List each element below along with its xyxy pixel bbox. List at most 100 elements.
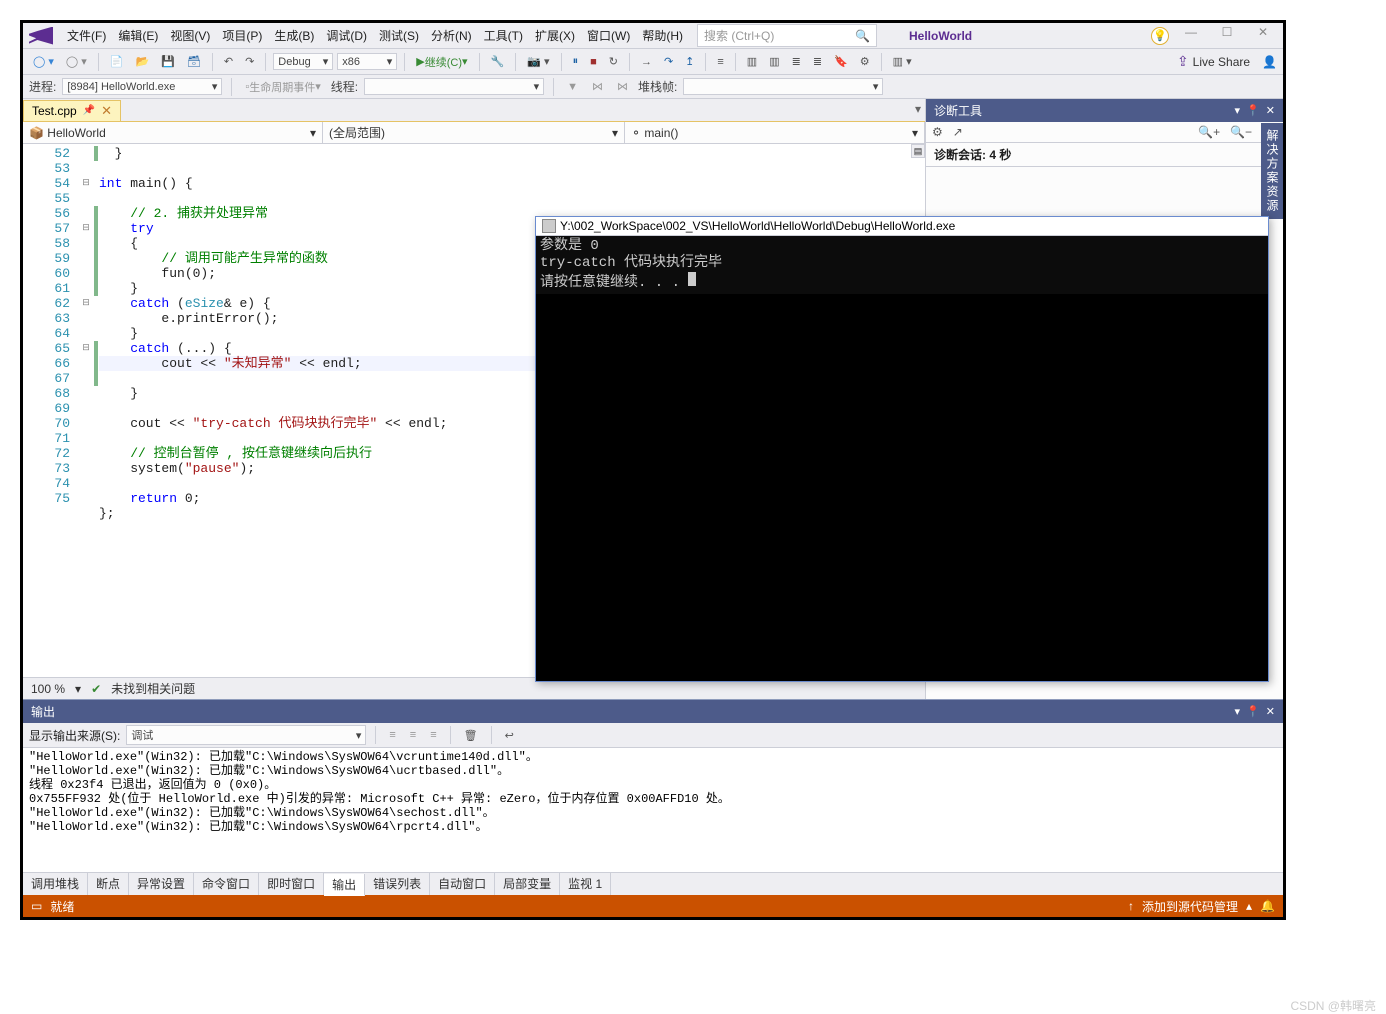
- notification-icon[interactable]: 🔔: [1260, 899, 1275, 913]
- nav-forward-button: ◯ ▾: [62, 53, 91, 70]
- close-button[interactable]: ✕: [1249, 25, 1277, 47]
- thread-label: 线程:: [331, 78, 358, 95]
- document-tab-row: Test.cpp 📌 ✕ ▾: [23, 99, 925, 121]
- bookmark-button[interactable]: 🔖: [830, 53, 852, 70]
- restart-button[interactable]: ↻: [605, 53, 622, 70]
- clear-button[interactable]: 🗑: [460, 727, 482, 744]
- pin-icon[interactable]: 📍: [1246, 705, 1260, 718]
- stackframe-label: 堆栈帧:: [638, 78, 677, 95]
- continue-button[interactable]: ▶ 继续(C) ▾: [412, 52, 471, 72]
- bottom-tab[interactable]: 断点: [88, 873, 129, 895]
- menu-item[interactable]: 扩展(X): [529, 26, 581, 46]
- scope-type-select[interactable]: (全局范围)▾: [323, 122, 625, 143]
- menu-item[interactable]: 分析(N): [425, 26, 478, 46]
- live-share-button[interactable]: ⇪ Live Share 👤: [1177, 53, 1277, 70]
- console-output: 参数是 0 try-catch 代码块执行完毕 请按任意键继续. . .: [536, 236, 1268, 294]
- bottom-tab[interactable]: 自动窗口: [430, 873, 495, 895]
- tool-icon[interactable]: ▥ ▾: [889, 53, 916, 70]
- bottom-tab[interactable]: 命令窗口: [194, 873, 259, 895]
- console-titlebar[interactable]: Y:\002_WorkSpace\002_VS\HelloWorld\Hello…: [536, 217, 1268, 236]
- open-button[interactable]: 📂: [131, 53, 153, 70]
- window-icon[interactable]: ▥: [743, 53, 761, 70]
- zoom-level[interactable]: 100 %: [31, 682, 65, 696]
- main-toolbar: ◯ ▾ ◯ ▾ 📄 📂 💾 🗃 ↶ ↷ Debug▾ x86▾ ▶ 继续(C) …: [23, 49, 1283, 75]
- diagnostics-session-label: 诊断会话: 4 秒: [926, 143, 1283, 167]
- scope-member-select[interactable]: ⚬ main()▾: [625, 122, 925, 143]
- step-into-button[interactable]: →: [637, 54, 656, 70]
- process-select[interactable]: [8984] HelloWorld.exe▾: [62, 78, 222, 95]
- menu-item[interactable]: 文件(F): [61, 26, 112, 46]
- output-source-select[interactable]: 调试▾: [126, 725, 366, 745]
- undo-button[interactable]: ↶: [220, 53, 237, 70]
- dropdown-icon[interactable]: ▾: [1235, 705, 1241, 718]
- close-panel-button[interactable]: ✕: [1266, 104, 1275, 117]
- output-toolbar: 显示输出来源(S): 调试▾ ≡ ≡ ≡ 🗑 ↩: [23, 723, 1283, 748]
- window-icon: ▭: [31, 899, 42, 913]
- tab-dropdown-icon[interactable]: ▾: [915, 102, 921, 116]
- dropdown-icon[interactable]: ▾: [1235, 104, 1241, 117]
- pause-button[interactable]: ⏸: [569, 53, 583, 70]
- tool-icon[interactable]: ⚙: [856, 53, 874, 70]
- menu-item[interactable]: 编辑(E): [112, 26, 164, 46]
- zoom-out-icon[interactable]: 🔍−: [1230, 125, 1252, 139]
- menu-item[interactable]: 项目(P): [216, 26, 268, 46]
- wrap-button[interactable]: ↩: [501, 727, 518, 744]
- feedback-icon[interactable]: 💡: [1151, 27, 1169, 45]
- thread-select[interactable]: ▾: [364, 78, 544, 95]
- no-issues-icon: ✔: [91, 682, 101, 696]
- new-button[interactable]: 📄: [106, 53, 128, 70]
- save-all-button[interactable]: 🗃: [183, 53, 205, 70]
- watermark: CSDN @韩曙亮: [1290, 997, 1376, 1014]
- window-icon[interactable]: ▥: [765, 53, 783, 70]
- live-share-icon: ⇪: [1177, 53, 1189, 70]
- menu-item[interactable]: 生成(B): [268, 26, 320, 46]
- maximize-button[interactable]: ☐: [1213, 25, 1241, 47]
- nav-back-button[interactable]: ◯ ▾: [29, 53, 58, 70]
- bottom-tab[interactable]: 监视 1: [560, 873, 611, 895]
- menu-item[interactable]: 调试(D): [320, 26, 373, 46]
- menu-item[interactable]: 工具(T): [478, 26, 529, 46]
- zoom-in-icon[interactable]: 🔍+: [1198, 125, 1220, 139]
- menu-item[interactable]: 测试(S): [373, 26, 425, 46]
- camera-icon[interactable]: 📷 ▾: [523, 53, 553, 70]
- bottom-tab[interactable]: 错误列表: [365, 873, 430, 895]
- pin-icon[interactable]: 📍: [1246, 104, 1260, 117]
- step-over-button[interactable]: ↷: [660, 53, 677, 70]
- bottom-tab[interactable]: 局部变量: [495, 873, 560, 895]
- bottom-tab[interactable]: 即时窗口: [259, 873, 324, 895]
- bottom-tab[interactable]: 输出: [324, 874, 365, 896]
- status-ready: 就绪: [50, 898, 74, 915]
- step-out-button[interactable]: ↥: [681, 53, 698, 70]
- menu-item[interactable]: 窗口(W): [581, 26, 636, 46]
- close-panel-button[interactable]: ✕: [1266, 705, 1275, 718]
- console-window[interactable]: Y:\002_WorkSpace\002_VS\HelloWorld\Hello…: [535, 216, 1269, 682]
- solution-explorer-tab[interactable]: 解决方案资源: [1261, 123, 1283, 219]
- source-control-button[interactable]: 添加到源代码管理: [1142, 898, 1238, 915]
- gear-icon[interactable]: ⚙: [932, 125, 943, 139]
- platform-select[interactable]: x86▾: [337, 53, 397, 70]
- menu-item[interactable]: 帮助(H): [636, 26, 689, 46]
- user-icon[interactable]: 👤: [1262, 55, 1277, 69]
- minimize-button[interactable]: —: [1177, 25, 1205, 47]
- stop-button[interactable]: ■: [586, 54, 601, 70]
- tool-icon[interactable]: 🔧: [487, 53, 509, 70]
- uncomment-button[interactable]: ≣: [809, 53, 826, 70]
- bottom-tab[interactable]: 调用堆栈: [23, 873, 88, 895]
- document-tab[interactable]: Test.cpp 📌 ✕: [23, 100, 121, 121]
- split-view-button[interactable]: ▤: [911, 144, 925, 158]
- redo-button[interactable]: ↷: [241, 53, 258, 70]
- config-select[interactable]: Debug▾: [273, 53, 333, 70]
- output-text[interactable]: "HelloWorld.exe"(Win32): 已加载"C:\Windows\…: [23, 748, 1283, 872]
- export-icon[interactable]: ↗: [953, 125, 963, 139]
- close-tab-button[interactable]: ✕: [101, 103, 112, 119]
- format-button[interactable]: ≡: [713, 54, 727, 70]
- save-button[interactable]: 💾: [157, 53, 179, 70]
- scope-project-select[interactable]: 📦 HelloWorld▾: [23, 122, 323, 143]
- menu-item[interactable]: 视图(V): [164, 26, 216, 46]
- comment-button[interactable]: ≣: [788, 53, 805, 70]
- bottom-tab[interactable]: 异常设置: [129, 873, 194, 895]
- stackframe-select[interactable]: ▾: [683, 78, 883, 95]
- diagnostics-toolbar: ⚙ ↗ 🔍+ 🔍− 📊: [926, 122, 1283, 143]
- pin-icon[interactable]: 📌: [83, 105, 95, 116]
- quick-search-input[interactable]: 搜索 (Ctrl+Q)🔍: [697, 24, 877, 47]
